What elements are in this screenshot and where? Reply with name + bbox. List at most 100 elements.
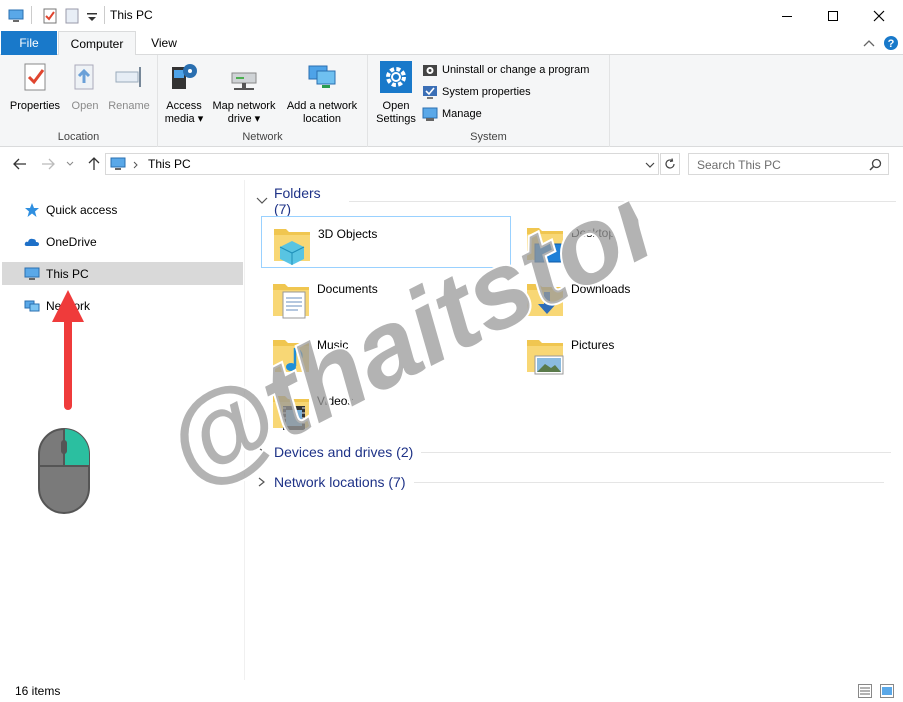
window-title: This PC	[110, 8, 153, 22]
large-icons-view-icon[interactable]	[879, 683, 895, 699]
folders-header-label: Folders (7)	[273, 185, 321, 217]
section-divider	[349, 200, 896, 202]
details-view-icon[interactable]	[857, 683, 873, 699]
open-icon	[74, 64, 94, 90]
refresh-button[interactable]	[660, 153, 680, 175]
nav-item-network[interactable]: Network	[2, 294, 243, 317]
network-drive-icon	[231, 72, 257, 90]
back-button[interactable]	[11, 155, 29, 173]
chevron-right-icon[interactable]	[133, 161, 139, 169]
nav-item-label: This PC	[46, 266, 89, 281]
content-pane: Folders (7) 3D Objects Desktop Documents…	[246, 180, 903, 680]
navigation-bar: This PC Search This PC	[0, 148, 903, 180]
access-media-button[interactable]: Access media ▾	[164, 61, 204, 126]
uninstall-icon	[423, 65, 437, 76]
rename-label: Rename	[108, 100, 150, 112]
cloud-icon	[24, 238, 39, 246]
folder-name: Music	[317, 338, 349, 352]
uninstall-program-button[interactable]: Uninstall or change a program	[422, 60, 589, 80]
folder-3d-objects[interactable]: 3D Objects	[261, 216, 511, 268]
properties-icon[interactable]	[42, 8, 58, 24]
divider	[31, 6, 32, 24]
devices-section-header[interactable]: Devices and drives (2)	[256, 441, 896, 463]
folder-downloads[interactable]: Downloads	[515, 272, 765, 324]
manage-button[interactable]: Manage	[422, 104, 482, 124]
folder-videos[interactable]: Videos	[261, 384, 511, 436]
folder-name: 3D Objects	[318, 227, 378, 241]
folders-section-header[interactable]: Folders (7)	[256, 185, 896, 217]
open-label: Open	[71, 100, 99, 112]
forward-button[interactable]	[39, 155, 57, 173]
add-location-label-2: location	[303, 113, 341, 125]
nav-item-onedrive[interactable]: OneDrive	[2, 230, 243, 253]
folder-name: Videos	[317, 394, 354, 408]
help-icon[interactable]: ?	[883, 35, 899, 51]
search-box[interactable]: Search This PC	[688, 153, 889, 175]
add-network-location-button[interactable]: Add a network location	[282, 61, 362, 126]
open-button[interactable]: Open	[64, 61, 106, 113]
location-group: Properties Open Rename Location	[0, 55, 158, 147]
address-bar[interactable]: This PC	[105, 153, 659, 175]
this-pc-icon	[110, 157, 126, 170]
3d-objects-folder-icon	[274, 229, 310, 265]
nav-item-label: Quick access	[46, 202, 118, 217]
folder-name: Documents	[317, 282, 378, 296]
search-icon	[869, 158, 882, 171]
item-count: 16 items	[15, 684, 61, 698]
music-folder-icon	[273, 340, 309, 372]
address-path: This PC	[148, 157, 191, 171]
uninstall-label: Uninstall or change a program	[442, 64, 590, 76]
back-arrow-icon	[13, 158, 26, 170]
close-icon	[873, 10, 885, 21]
tab-file[interactable]: File	[1, 31, 57, 55]
chevron-right-icon	[258, 477, 265, 487]
desktop-folder-icon	[527, 228, 564, 263]
maximize-button[interactable]	[810, 0, 856, 31]
folder-desktop[interactable]: Desktop	[515, 216, 765, 268]
divider	[104, 6, 105, 24]
network-icon	[24, 300, 40, 311]
folder-name: Downloads	[571, 282, 631, 296]
pictures-folder-icon	[527, 340, 564, 375]
nav-item-this-pc[interactable]: This PC	[2, 262, 243, 285]
rename-button[interactable]: Rename	[104, 61, 154, 113]
network-location-icon	[308, 65, 336, 88]
properties-button[interactable]: Properties	[6, 61, 64, 113]
forward-arrow-icon	[42, 158, 55, 170]
open-settings-button[interactable]: Open Settings	[372, 61, 420, 126]
downloads-folder-icon	[527, 284, 563, 316]
tab-view[interactable]: View	[140, 31, 188, 55]
tab-computer[interactable]: Computer	[58, 31, 136, 56]
map-drive-label-2: drive ▾	[227, 113, 261, 125]
manage-label: Manage	[442, 108, 482, 120]
network-group: Access media ▾ Map network drive ▾ Add a…	[158, 55, 368, 147]
nav-item-quick-access[interactable]: Quick access	[2, 198, 243, 221]
folder-name: Desktop	[571, 226, 616, 240]
system-properties-button[interactable]: System properties	[422, 82, 531, 102]
minimize-ribbon-icon[interactable]	[863, 38, 875, 48]
network-locations-section-header[interactable]: Network locations (7)	[256, 471, 896, 493]
map-network-drive-button[interactable]: Map network drive ▾	[208, 61, 280, 126]
close-button[interactable]	[856, 0, 902, 31]
network-header-label: Network locations (7)	[274, 474, 406, 490]
chevron-down-icon	[256, 197, 268, 204]
section-divider	[421, 451, 892, 453]
minimize-button[interactable]	[764, 0, 810, 31]
new-folder-icon[interactable]	[64, 8, 80, 24]
settings-gear-icon	[380, 61, 412, 93]
chevron-down-icon[interactable]	[645, 162, 655, 168]
customize-qat-icon[interactable]	[84, 8, 100, 24]
ribbon-tabs: File Computer View ?	[0, 31, 903, 56]
folder-documents[interactable]: Documents	[261, 272, 511, 324]
folder-pictures[interactable]: Pictures	[515, 328, 765, 380]
up-button[interactable]	[85, 155, 103, 173]
system-properties-label: System properties	[442, 86, 531, 98]
access-media-label-2: media ▾	[164, 113, 204, 125]
folder-music[interactable]: Music	[261, 328, 511, 380]
svg-text:?: ?	[888, 38, 895, 50]
this-pc-icon	[8, 9, 24, 22]
open-settings-label-1: Open	[382, 100, 410, 112]
location-group-label: Location	[57, 131, 100, 143]
ribbon: Properties Open Rename Location Access m…	[0, 55, 903, 147]
recent-locations-button[interactable]	[64, 155, 76, 173]
